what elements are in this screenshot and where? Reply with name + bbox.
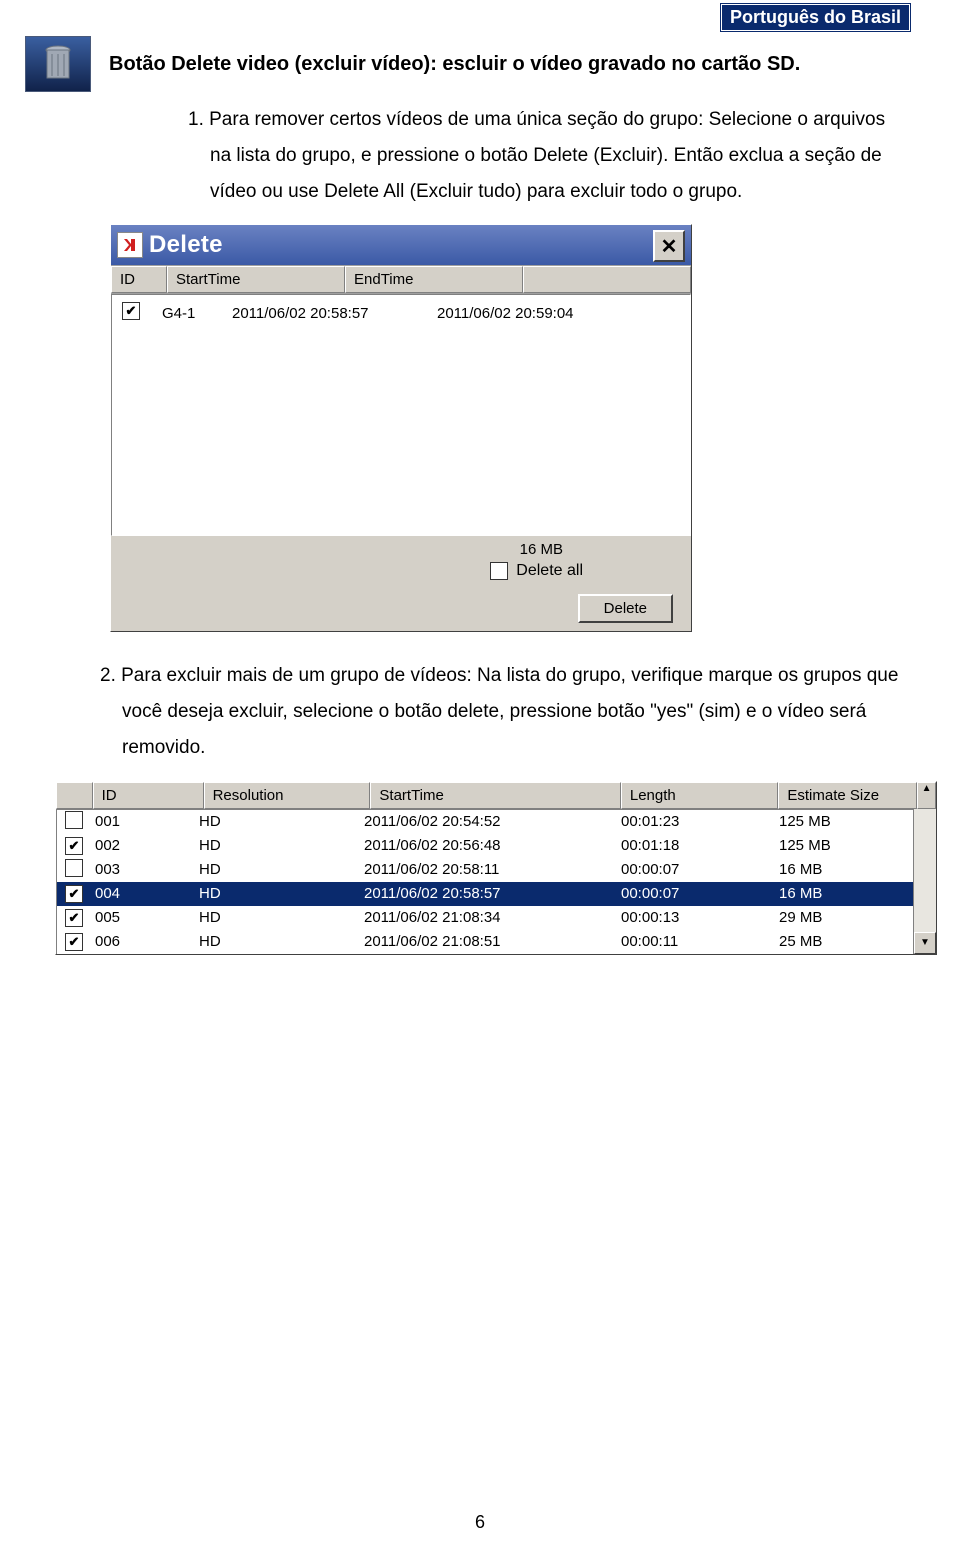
row-end: 2011/06/02 20:59:04 xyxy=(437,295,637,322)
row-length: 00:01:23 xyxy=(621,813,779,830)
wide-column-headers: ID Resolution StartTime Length Estimate … xyxy=(56,782,936,809)
delete-all-label: Delete all xyxy=(516,562,583,580)
list-item[interactable]: ✔ G4-1 2011/06/02 20:58:57 2011/06/02 20… xyxy=(112,295,690,322)
row-length: 00:00:13 xyxy=(621,909,779,926)
col-starttime[interactable]: StartTime xyxy=(167,266,345,293)
row-length: 00:00:11 xyxy=(621,933,779,950)
row-resolution: HD xyxy=(199,885,364,902)
row-checkbox[interactable]: ✔ xyxy=(65,909,83,927)
row-id: G4-1 xyxy=(162,295,232,322)
dialog-column-headers: ID StartTime EndTime xyxy=(111,266,691,294)
trash-icon xyxy=(25,36,91,92)
delete-button[interactable]: Delete xyxy=(578,594,673,623)
row-estimate-size: 16 MB xyxy=(779,861,913,878)
row-starttime: 2011/06/02 21:08:51 xyxy=(364,933,621,950)
row-id: 004 xyxy=(95,885,199,902)
scrollbar[interactable]: ▼ xyxy=(913,809,936,954)
table-row[interactable]: ✔ 005HD2011/06/02 21:08:3400:00:1329 MB xyxy=(57,906,913,930)
table-row[interactable]: ✔ 004HD2011/06/02 20:58:5700:00:0716 MB xyxy=(57,882,913,906)
row-length: 00:01:18 xyxy=(621,837,779,854)
dialog-title: Delete xyxy=(149,231,223,259)
col-estimate-size[interactable]: Estimate Size xyxy=(778,782,917,809)
table-row[interactable]: ✔ 006HD2011/06/02 21:08:5100:00:1125 MB xyxy=(57,930,913,954)
row-resolution: HD xyxy=(199,933,364,950)
table-row[interactable]: 001HD2011/06/02 20:54:5200:01:23125 MB xyxy=(57,810,913,834)
col-endtime[interactable]: EndTime xyxy=(345,266,523,293)
delete-all-checkbox[interactable] xyxy=(490,562,508,580)
video-list-table: ID Resolution StartTime Length Estimate … xyxy=(55,781,937,955)
dialog-list: ✔ G4-1 2011/06/02 20:58:57 2011/06/02 20… xyxy=(111,294,691,536)
row-starttime: 2011/06/02 20:58:11 xyxy=(364,861,621,878)
scroll-down-button[interactable]: ▼ xyxy=(914,932,936,954)
row-resolution: HD xyxy=(199,837,364,854)
table-row[interactable]: ✔ 002HD2011/06/02 20:56:4800:01:18125 MB xyxy=(57,834,913,858)
row-length: 00:00:07 xyxy=(621,861,779,878)
paragraph-1: 1. Para remover certos vídeos de uma úni… xyxy=(110,102,900,210)
row-estimate-size: 25 MB xyxy=(779,933,913,950)
row-estimate-size: 16 MB xyxy=(779,885,913,902)
delete-dialog: Delete ✕ ID StartTime EndTime ✔ G4-1 201… xyxy=(110,224,692,632)
row-checkbox[interactable]: ✔ xyxy=(65,885,83,903)
page-number: 6 xyxy=(0,1512,960,1533)
col-resolution[interactable]: Resolution xyxy=(204,782,371,809)
col-check[interactable] xyxy=(56,782,93,809)
row-id: 003 xyxy=(95,861,199,878)
paragraph-2: 2. Para excluir mais de um grupo de víde… xyxy=(100,658,900,766)
row-checkbox[interactable] xyxy=(65,859,83,877)
row-estimate-size: 125 MB xyxy=(779,813,913,830)
row-starttime: 2011/06/02 20:58:57 xyxy=(364,885,621,902)
col-spacer xyxy=(523,266,691,293)
dialog-titlebar: Delete ✕ xyxy=(111,225,691,266)
row-id: 002 xyxy=(95,837,199,854)
row-resolution: HD xyxy=(199,813,364,830)
col-starttime[interactable]: StartTime xyxy=(370,782,620,809)
table-row[interactable]: 003HD2011/06/02 20:58:1100:00:0716 MB xyxy=(57,858,913,882)
row-starttime: 2011/06/02 21:08:34 xyxy=(364,909,621,926)
size-label: 16 MB xyxy=(119,541,683,558)
scroll-up-button[interactable]: ▲ xyxy=(917,782,936,809)
row-id: 001 xyxy=(95,813,199,830)
language-badge: Português do Brasil xyxy=(721,4,910,31)
row-estimate-size: 29 MB xyxy=(779,909,913,926)
delete-titlebar-icon xyxy=(117,232,143,258)
row-checkbox[interactable]: ✔ xyxy=(65,933,83,951)
row-id: 006 xyxy=(95,933,199,950)
row-starttime: 2011/06/02 20:56:48 xyxy=(364,837,621,854)
col-id[interactable]: ID xyxy=(111,266,167,293)
row-id: 005 xyxy=(95,909,199,926)
close-button[interactable]: ✕ xyxy=(653,230,685,262)
row-length: 00:00:07 xyxy=(621,885,779,902)
row-checkbox[interactable]: ✔ xyxy=(122,302,140,320)
row-starttime: 2011/06/02 20:54:52 xyxy=(364,813,621,830)
row-checkbox[interactable]: ✔ xyxy=(65,837,83,855)
col-id[interactable]: ID xyxy=(93,782,204,809)
section-heading: Botão Delete video (excluir vídeo): escl… xyxy=(109,53,800,76)
row-resolution: HD xyxy=(199,909,364,926)
col-length[interactable]: Length xyxy=(621,782,779,809)
row-resolution: HD xyxy=(199,861,364,878)
row-start: 2011/06/02 20:58:57 xyxy=(232,295,437,322)
row-checkbox[interactable] xyxy=(65,811,83,829)
row-estimate-size: 125 MB xyxy=(779,837,913,854)
